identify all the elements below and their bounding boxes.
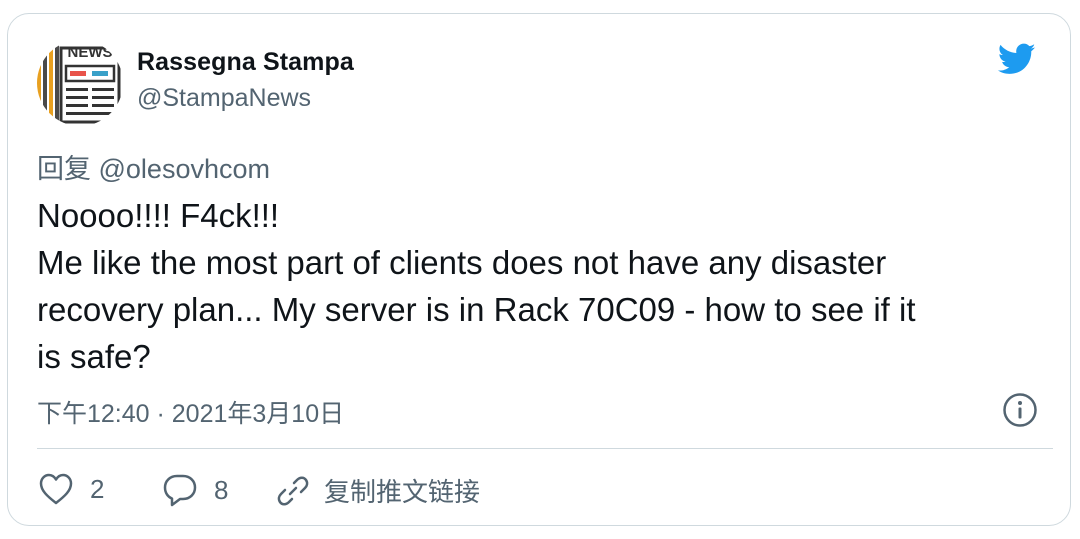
tweet-timestamp[interactable]: 下午12:40 · 2021年3月10日 [37, 394, 344, 430]
tweet-text-line: recovery plan... My server is in Rack 70… [37, 291, 916, 328]
like-count: 2 [90, 473, 105, 504]
reply-bubble-icon [163, 474, 197, 507]
author-handle[interactable]: @StampaNews [137, 84, 311, 113]
like-button[interactable]: 2 [38, 472, 104, 506]
link-icon [277, 476, 309, 505]
heart-icon [39, 473, 73, 505]
twitter-bird-icon[interactable] [994, 40, 1040, 78]
divider [37, 448, 1053, 449]
reply-button[interactable]: 8 [162, 472, 228, 508]
tweet-text-line: is safe? [37, 338, 151, 375]
reply-count: 8 [214, 474, 229, 505]
reply-to-line[interactable]: 回复 @olesovhcom [37, 147, 270, 186]
news-icon: NEWS [37, 40, 123, 126]
copy-link-button[interactable]: 复制推文链接 [276, 472, 480, 509]
tweet-text: Noooo!!!! F4ck!!! Me like the most part … [37, 192, 1047, 380]
tweet-text-line: Me like the most part of clients does no… [37, 244, 887, 281]
avatar[interactable]: NEWS [37, 40, 123, 126]
author-name[interactable]: Rassegna Stampa [137, 48, 354, 77]
tweet-text-line: Noooo!!!! F4ck!!! [37, 197, 280, 234]
copy-link-label: 复制推文链接 [324, 477, 481, 507]
info-icon[interactable] [1002, 392, 1038, 428]
